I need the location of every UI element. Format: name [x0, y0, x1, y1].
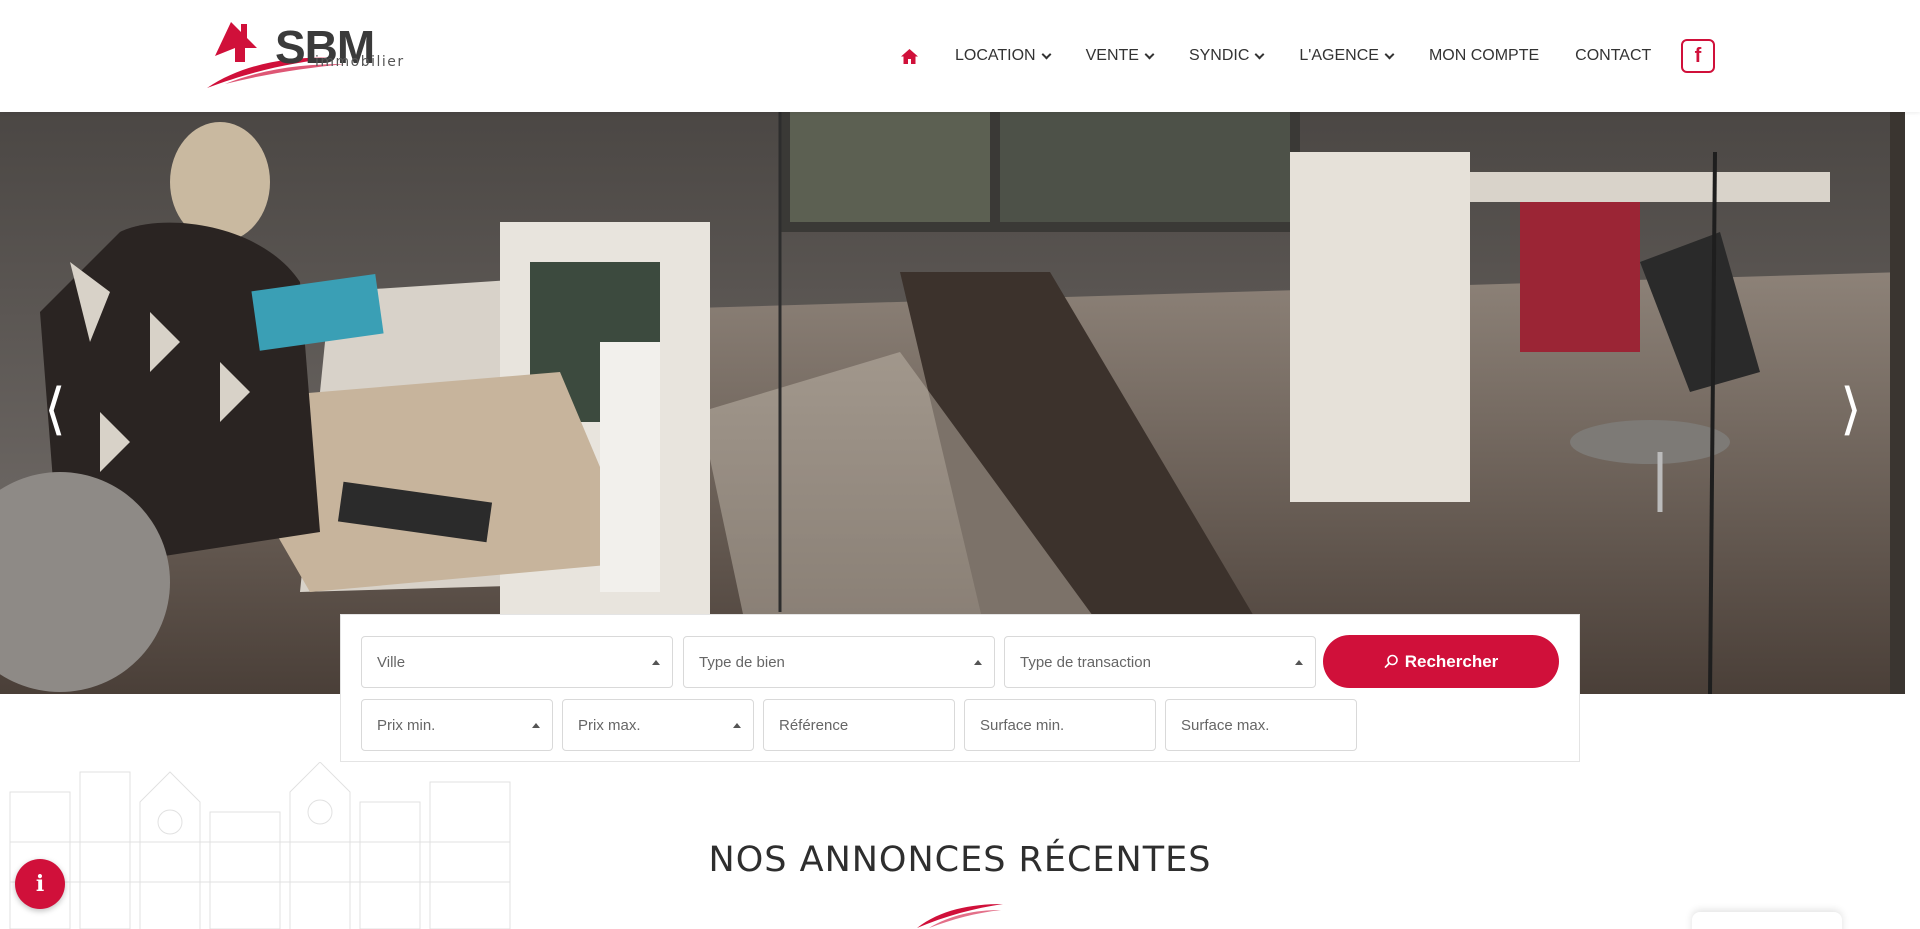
- nav-agence-label: L'AGENCE: [1299, 47, 1379, 64]
- info-button[interactable]: i: [15, 859, 65, 909]
- search-button[interactable]: Rechercher: [1323, 635, 1559, 688]
- hero-slider: ⟨ ⟩: [0, 112, 1905, 694]
- nav-mon-compte-label: MON COMPTE: [1428, 47, 1540, 64]
- facebook-glyph: f: [1694, 44, 1702, 67]
- ville-select[interactable]: Ville: [361, 636, 673, 688]
- nav-syndic[interactable]: SYNDIC: [1188, 47, 1265, 65]
- ville-placeholder: Ville: [377, 653, 406, 671]
- nav-vente-label: VENTE: [1085, 47, 1139, 64]
- surface-max-placeholder: Surface max.: [1181, 716, 1270, 734]
- search-icon: [1384, 654, 1398, 668]
- widget-card-peek[interactable]: [1692, 912, 1842, 929]
- nav-location-label: LOCATION: [955, 47, 1036, 64]
- site-header: SBM immobilier LOCATION VENTE SYNDIC L'A…: [0, 0, 1920, 112]
- slider-prev-arrow[interactable]: ⟨: [44, 382, 66, 438]
- swoosh-divider-icon: [917, 904, 1003, 928]
- hero-office-image: [0, 112, 1905, 694]
- type-transaction-placeholder: Type de transaction: [1020, 653, 1151, 671]
- nav-location[interactable]: LOCATION: [955, 47, 1052, 65]
- brand-tagline: immobilier: [315, 54, 405, 70]
- chevron-down-icon: [1144, 49, 1155, 59]
- chevron-down-icon: [1384, 49, 1395, 59]
- nav-contact-label: CONTACT: [1575, 47, 1652, 64]
- search-button-label: Rechercher: [1404, 651, 1499, 671]
- main-nav: LOCATION VENTE SYNDIC L'AGENCE MON COMPT…: [900, 0, 1687, 112]
- caret-up-icon: [1295, 660, 1303, 665]
- surface-min-placeholder: Surface min.: [980, 716, 1065, 734]
- surface-max-input[interactable]: Surface max.: [1165, 699, 1357, 751]
- nav-contact[interactable]: CONTACT: [1575, 47, 1651, 65]
- facebook-icon[interactable]: f: [1681, 39, 1715, 73]
- chevron-down-icon: [1041, 49, 1052, 59]
- nav-vente[interactable]: VENTE: [1085, 47, 1155, 65]
- caret-up-icon: [532, 723, 540, 728]
- reference-input[interactable]: Référence: [763, 699, 955, 751]
- type-bien-placeholder: Type de bien: [699, 653, 785, 671]
- prix-max-select[interactable]: Prix max.: [562, 699, 754, 751]
- type-transaction-select[interactable]: Type de transaction: [1004, 636, 1316, 688]
- caret-up-icon: [733, 723, 741, 728]
- nav-syndic-label: SYNDIC: [1188, 47, 1250, 64]
- prix-max-placeholder: Prix max.: [578, 716, 641, 734]
- prix-min-placeholder: Prix min.: [377, 716, 436, 734]
- slider-next-arrow[interactable]: ⟩: [1840, 382, 1862, 438]
- home-icon[interactable]: [900, 48, 919, 65]
- caret-up-icon: [652, 660, 660, 665]
- type-bien-select[interactable]: Type de bien: [683, 636, 995, 688]
- brand-logo[interactable]: SBM immobilier: [205, 18, 405, 90]
- chevron-down-icon: [1254, 49, 1265, 59]
- reference-placeholder: Référence: [779, 716, 849, 734]
- section-title: NOS ANNONCES RÉCENTES: [708, 840, 1212, 880]
- info-icon: i: [35, 871, 45, 897]
- page: SBM immobilier LOCATION VENTE SYNDIC L'A…: [0, 0, 1920, 929]
- caret-up-icon: [974, 660, 982, 665]
- prix-min-select[interactable]: Prix min.: [361, 699, 553, 751]
- surface-min-input[interactable]: Surface min.: [964, 699, 1156, 751]
- nav-mon-compte[interactable]: MON COMPTE: [1429, 47, 1539, 65]
- nav-agence[interactable]: L'AGENCE: [1299, 47, 1395, 65]
